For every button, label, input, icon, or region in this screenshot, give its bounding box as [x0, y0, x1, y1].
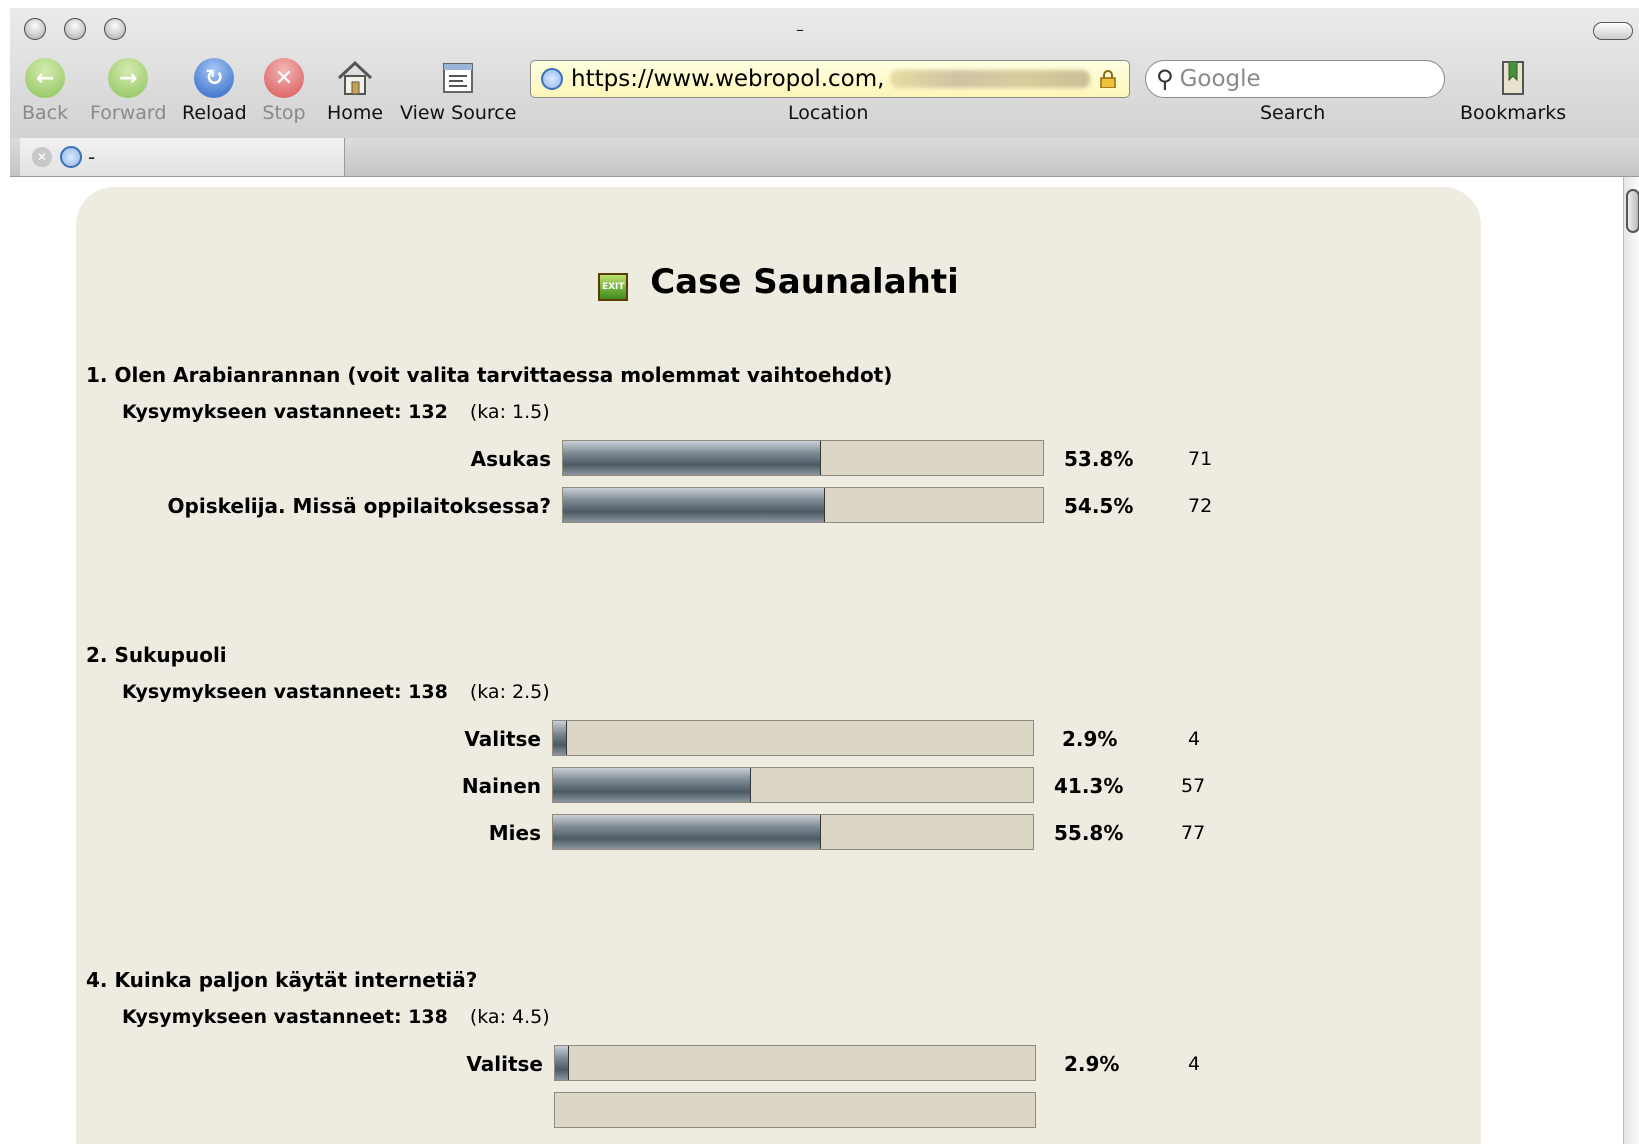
- result-bar: [562, 440, 1044, 476]
- forward-label: Forward: [90, 102, 167, 124]
- web-content: EXIT Case Saunalahti 1. Olen Arabianranna…: [10, 177, 1639, 1144]
- reload-button[interactable]: ↻ Reload: [182, 56, 247, 124]
- stop-button[interactable]: ✕ Stop: [262, 56, 306, 124]
- forward-arrow-icon: →: [108, 58, 149, 98]
- reload-icon: ↻: [194, 58, 235, 98]
- option-percent: 54.5%: [1064, 494, 1134, 518]
- location-field[interactable]: https://www.webropol.com,: [530, 60, 1130, 98]
- respondents-count: Kysymykseen vastanneet: 138: [122, 1006, 448, 1028]
- view-source-icon: [443, 63, 474, 93]
- redacted-url-part: [890, 70, 1091, 88]
- scrollbar-thumb[interactable]: [1626, 189, 1639, 233]
- result-bar-fill: [553, 721, 567, 755]
- bookmarks-button[interactable]: Bookmarks: [1460, 56, 1566, 124]
- result-row: Asukas 53.8% 71: [76, 440, 1481, 478]
- result-row: Mies 55.8% 77: [76, 814, 1481, 852]
- question-title: 2. Sukupuoli: [86, 643, 227, 667]
- option-percent: 55.8%: [1054, 821, 1124, 845]
- question-meta: Kysymykseen vastanneet: 132 (ka: 1.5): [122, 401, 550, 423]
- option-percent: 2.9%: [1062, 727, 1118, 751]
- search-field[interactable]: ⚲ Google: [1145, 60, 1445, 98]
- location-label: Location: [788, 102, 869, 124]
- result-row-partial: [76, 1092, 1481, 1130]
- home-button[interactable]: Home: [327, 56, 383, 124]
- view-source-label: View Source: [400, 102, 517, 124]
- tab-current[interactable]: ✕ -: [20, 138, 345, 176]
- option-label: Valitse: [466, 1052, 543, 1076]
- option-label: Nainen: [461, 774, 541, 798]
- question-meta: Kysymykseen vastanneet: 138 (ka: 4.5): [122, 1006, 550, 1028]
- search-icon: ⚲: [1156, 65, 1174, 93]
- question-title: 4. Kuinka paljon käytät internetiä?: [86, 968, 478, 992]
- option-count: 57: [1181, 775, 1206, 797]
- option-count: 72: [1188, 495, 1213, 517]
- globe-icon: [541, 68, 563, 90]
- result-bar: [562, 487, 1044, 523]
- result-bar: [552, 767, 1034, 803]
- globe-icon: [60, 146, 82, 168]
- url-text: https://www.webropol.com,: [571, 66, 885, 92]
- result-bar: [552, 720, 1034, 756]
- stop-label: Stop: [262, 102, 306, 124]
- option-count: 4: [1188, 1053, 1201, 1075]
- back-button[interactable]: ← Back: [22, 56, 68, 124]
- stop-icon: ✕: [264, 58, 304, 98]
- page-title: EXIT Case Saunalahti: [76, 262, 1481, 302]
- close-icon[interactable]: ✕: [32, 147, 52, 167]
- result-row: Nainen 41.3% 57: [76, 767, 1481, 805]
- option-label: Mies: [488, 821, 541, 845]
- result-bar-fill: [563, 488, 825, 522]
- result-bar-fill: [553, 768, 751, 802]
- option-count: 77: [1181, 822, 1206, 844]
- option-percent: 53.8%: [1064, 447, 1134, 471]
- question-meta: Kysymykseen vastanneet: 138 (ka: 2.5): [122, 681, 550, 703]
- survey-panel: EXIT Case Saunalahti 1. Olen Arabianranna…: [76, 187, 1481, 1144]
- average-value: (ka: 1.5): [469, 401, 550, 423]
- result-row: Valitse 2.9% 4: [76, 1045, 1481, 1083]
- page-title-text: Case Saunalahti: [650, 262, 959, 302]
- question-title: 1. Olen Arabianrannan (voit valita tarvi…: [86, 363, 893, 387]
- search-label: Search: [1260, 102, 1326, 124]
- option-count: 71: [1188, 448, 1213, 470]
- result-bar-fill: [563, 441, 821, 475]
- browser-toolbar: – ← Back → Forward ↻ Reload ✕ Stop Home: [10, 8, 1639, 139]
- result-row: Opiskelija. Missä oppilaitoksessa? 54.5%…: [76, 487, 1481, 525]
- average-value: (ka: 4.5): [469, 1006, 550, 1028]
- search-placeholder: Google: [1179, 66, 1261, 92]
- bookmarks-label: Bookmarks: [1460, 102, 1567, 124]
- exit-icon[interactable]: EXIT: [598, 273, 629, 301]
- home-icon: [338, 60, 373, 95]
- toolbar-toggle-button[interactable]: [1593, 22, 1633, 40]
- result-bar-fill: [555, 1046, 569, 1080]
- option-label: Valitse: [464, 727, 541, 751]
- option-percent: 2.9%: [1064, 1052, 1120, 1076]
- average-value: (ka: 2.5): [469, 681, 550, 703]
- respondents-count: Kysymykseen vastanneet: 132: [122, 401, 448, 423]
- home-label: Home: [327, 102, 384, 124]
- option-percent: 41.3%: [1054, 774, 1124, 798]
- respondents-count: Kysymykseen vastanneet: 138: [122, 681, 448, 703]
- option-label: Asukas: [470, 447, 551, 471]
- view-source-button[interactable]: View Source: [400, 56, 516, 124]
- bookmarks-icon: [1502, 61, 1525, 95]
- result-bar: [554, 1092, 1036, 1128]
- option-count: 4: [1188, 728, 1201, 750]
- back-arrow-icon: ←: [25, 58, 66, 98]
- reload-label: Reload: [182, 102, 247, 124]
- result-bar: [552, 814, 1034, 850]
- result-row: Valitse 2.9% 4: [76, 720, 1481, 758]
- lock-icon: [1100, 70, 1116, 88]
- option-label: Opiskelija. Missä oppilaitoksessa?: [167, 494, 551, 518]
- result-bar: [554, 1045, 1036, 1081]
- forward-button[interactable]: → Forward: [90, 56, 166, 124]
- tab-bar: ✕ -: [10, 138, 1639, 177]
- tab-title: -: [88, 145, 96, 169]
- window-title: –: [796, 20, 804, 39]
- vertical-scrollbar[interactable]: [1623, 177, 1639, 1144]
- back-label: Back: [22, 102, 69, 124]
- result-bar-fill: [553, 815, 821, 849]
- browser-window: – ← Back → Forward ↻ Reload ✕ Stop Home: [10, 8, 1639, 1144]
